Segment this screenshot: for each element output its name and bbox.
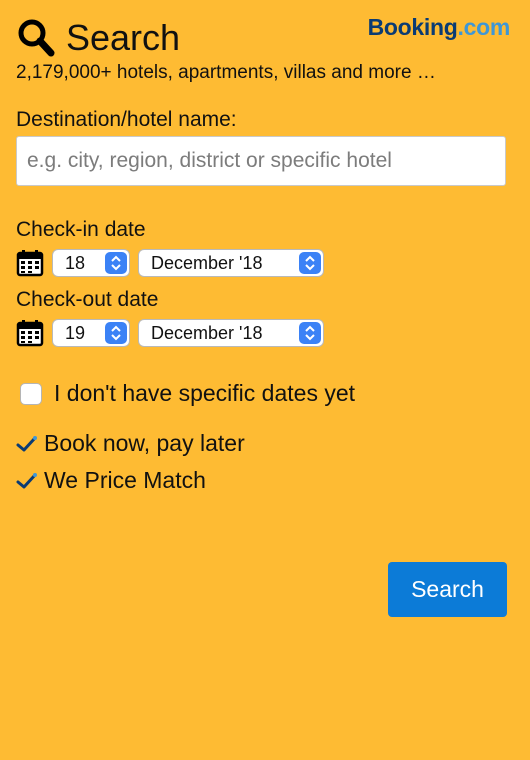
search-icon xyxy=(18,19,55,57)
destination-label: Destination/hotel name: xyxy=(16,108,237,131)
perk-item: Book now, pay later xyxy=(16,430,245,457)
checkin-month-select[interactable]: December '18 xyxy=(138,249,324,277)
checkout-row: 19 December '18 xyxy=(16,318,332,348)
stepper-icon xyxy=(299,252,321,274)
checkout-month-select[interactable]: December '18 xyxy=(138,319,324,347)
calendar-icon[interactable] xyxy=(16,319,44,347)
perk-item: We Price Match xyxy=(16,467,206,494)
stepper-icon xyxy=(105,252,127,274)
checkin-row: 18 December '18 xyxy=(16,248,332,278)
checkout-month-value: December '18 xyxy=(151,322,263,343)
title-group: Search xyxy=(16,18,180,58)
checkout-label: Check-out date xyxy=(16,288,159,311)
checkmark-icon xyxy=(16,472,37,488)
checkout-day-select[interactable]: 19 xyxy=(52,319,130,347)
logo-brand: Booking xyxy=(367,14,458,40)
no-dates-row: I don't have specific dates yet xyxy=(20,380,355,407)
checkmark-icon xyxy=(16,435,37,451)
header: Search Booking.com xyxy=(16,14,510,64)
perk-label: We Price Match xyxy=(44,467,206,493)
booking-logo: Booking.com xyxy=(367,14,511,41)
no-dates-checkbox[interactable] xyxy=(20,382,42,405)
logo-suffix: .com xyxy=(457,14,511,40)
perk-label: Book now, pay later xyxy=(44,430,245,456)
checkin-label: Check-in date xyxy=(16,218,146,241)
stepper-icon xyxy=(105,322,127,344)
checkin-day-value: 18 xyxy=(65,252,86,273)
tagline: 2,179,000+ hotels, apartments, villas an… xyxy=(16,62,436,83)
checkin-day-select[interactable]: 18 xyxy=(52,249,130,277)
stepper-icon xyxy=(299,322,321,344)
no-dates-label[interactable]: I don't have specific dates yet xyxy=(54,380,355,407)
page-title: Search xyxy=(66,17,181,58)
calendar-icon[interactable] xyxy=(16,249,44,277)
checkout-day-value: 19 xyxy=(65,322,86,343)
search-button[interactable]: Search xyxy=(388,562,507,617)
checkin-month-value: December '18 xyxy=(151,252,263,273)
destination-input[interactable] xyxy=(16,136,506,186)
